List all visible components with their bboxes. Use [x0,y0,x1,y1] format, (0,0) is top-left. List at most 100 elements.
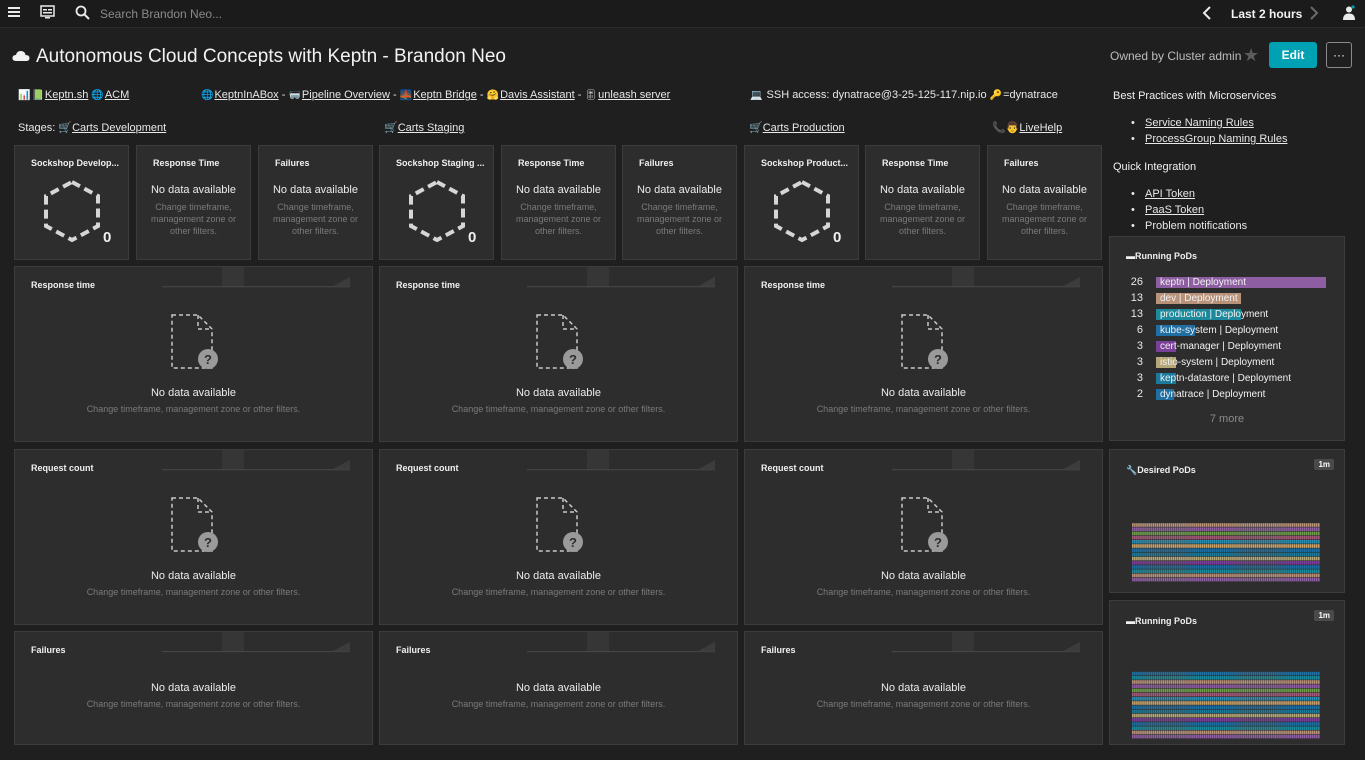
dashboard-icon[interactable] [40,5,58,23]
tile-prod-response-time[interactable]: Response Time No data available Change t… [865,145,980,260]
tile-staging-request-count-chart[interactable]: Request count ? No data available Change… [379,449,738,625]
stack-segment [1170,730,1173,735]
more-link[interactable]: 7 more [1110,413,1344,425]
stack-segment [1246,701,1249,705]
stack-segment [1132,713,1134,718]
tile-prod-request-count-chart[interactable]: Request count ? No data available Change… [744,449,1103,625]
stack-segment [1136,544,1138,548]
link-processgroup-naming-rules[interactable]: ProcessGroup Naming Rules [1131,133,1287,145]
link-carts-development[interactable]: Carts Development [72,122,166,134]
link-api-token[interactable]: API Token [1131,188,1195,200]
chevron-right-icon[interactable] [1308,5,1326,23]
tile-prod-failures[interactable]: Failures No data available Change timefr… [987,145,1102,260]
running-pods-row[interactable]: 13 production | Deployment [1126,307,1268,321]
link-keptn-bridge[interactable]: Keptn Bridge [413,89,477,101]
stack-segment [1195,540,1197,544]
edit-button[interactable]: Edit [1269,42,1317,68]
tile-title: ▬Running PoDs [1126,616,1197,626]
tile-sockshop-dev-app[interactable]: Sockshop Develop... 0 [14,145,129,260]
tile-dev-response-time[interactable]: Response Time No data available Change t… [136,145,251,260]
search-input[interactable]: Search Brandon Neo... [100,7,222,21]
tile-staging-failures-chart[interactable]: Failures No data available Change timefr… [379,631,738,745]
running-pods-row[interactable]: 13 dev | Deployment [1126,291,1241,305]
stack-segment [1248,726,1251,730]
stack-segment [1270,688,1273,693]
timeframe-selector[interactable]: Last 2 hours [1231,7,1302,21]
stack-segment [1268,705,1271,709]
stack-segment [1258,730,1261,735]
stack-segment [1172,692,1175,697]
tile-prod-response-time-chart[interactable]: Response time ? No data available Change… [744,266,1103,442]
tile-desired-pods-chart[interactable]: 🔧Desired PoDs 1m [1109,449,1345,593]
tile-prod-failures-chart[interactable]: Failures No data available Change timefr… [744,631,1103,745]
stack-segment [1148,726,1150,730]
stack-segment [1197,726,1200,730]
stack-segment [1203,688,1206,693]
running-pods-row[interactable]: 3 istio-system | Deployment [1126,355,1274,369]
stack-segment [1176,676,1179,680]
stack-segment [1270,527,1273,531]
link-unleash-server[interactable]: unleash server [598,89,670,101]
stack-segment [1144,565,1146,569]
link-acm[interactable]: ACM [105,89,129,101]
stack-segment [1170,561,1173,565]
running-pods-row[interactable]: 3 keptn-datastore | Deployment [1126,371,1291,385]
stack-segment [1228,734,1230,739]
running-pods-row[interactable]: 2 dynatrace | Deployment [1126,387,1266,401]
favorite-star-icon[interactable]: ★ [1243,45,1259,66]
stack-segment [1207,718,1210,722]
stack-segment [1283,709,1285,714]
stack-segment [1266,565,1269,569]
pods-label: keptn | Deployment [1160,276,1246,288]
tile-sockshop-prod-app[interactable]: Sockshop Product... 0 [744,145,859,260]
stack-segment [1244,527,1247,531]
stack-segment [1223,523,1226,527]
tile-dev-request-count-chart[interactable]: Request count ? No data available Change… [14,449,373,625]
tile-staging-response-time-chart[interactable]: Response time ? No data available Change… [379,266,738,442]
more-options-button[interactable]: ··· [1326,42,1352,68]
stack-segment [1226,544,1228,548]
link-keptninabox[interactable]: KeptnInABox [214,89,278,101]
search-icon[interactable] [75,5,93,23]
stack-segment [1313,540,1316,544]
link-keptn-sh[interactable]: Keptn.sh [45,89,88,101]
tile-dev-failures-chart[interactable]: Failures No data available Change timefr… [14,631,373,745]
link-service-naming-rules[interactable]: Service Naming Rules [1131,117,1254,129]
link-carts-staging[interactable]: Carts Staging [398,122,465,134]
link-livehelp[interactable]: LiveHelp [1019,122,1062,134]
stack-segment [1234,569,1236,573]
stack-segment [1162,688,1165,693]
tile-running-pods-chart[interactable]: ▬Running PoDs 1m [1109,600,1345,745]
link-problem-notifications[interactable]: Problem notifications [1131,220,1247,230]
stack-segment [1275,697,1277,701]
chevron-left-icon[interactable] [1201,5,1219,23]
stack-segment [1315,540,1318,544]
tile-dev-failures[interactable]: Failures No data available Change timefr… [258,145,373,260]
stack-segment [1309,540,1312,544]
tile-sockshop-staging-app[interactable]: Sockshop Staging ... 0 [379,145,494,260]
running-pods-row[interactable]: 3 cert-manager | Deployment [1126,339,1281,353]
user-icon[interactable] [1342,5,1360,23]
stack-segment [1273,569,1275,573]
running-pods-row[interactable]: 6 kube-system | Deployment [1126,323,1278,337]
stack-segment [1299,561,1302,565]
link-pipeline-overview[interactable]: Pipeline Overview [302,89,390,101]
stack-segment [1256,688,1259,693]
tile-staging-failures[interactable]: Failures No data available Change timefr… [622,145,737,260]
menu-icon[interactable] [7,5,25,23]
stack-segment [1293,523,1296,527]
stack-segment [1264,540,1267,544]
tile-staging-response-time[interactable]: Response Time No data available Change t… [501,145,616,260]
running-pods-row[interactable]: 26 keptn | Deployment [1126,275,1326,289]
stack-segment [1270,713,1273,718]
tile-title: ▬Running PoDs [1126,251,1197,261]
stack-segment [1289,718,1291,722]
link-carts-production[interactable]: Carts Production [763,122,845,134]
stack-segment [1174,726,1177,730]
stack-segment [1138,718,1140,722]
link-paas-token[interactable]: PaaS Token [1131,204,1204,216]
stack-segment [1199,676,1202,680]
tile-dev-response-time-chart[interactable]: Response time ? No data available Change… [14,266,373,442]
stack-segment [1287,527,1289,531]
link-davis-assistant[interactable]: Davis Assistant [500,89,575,101]
